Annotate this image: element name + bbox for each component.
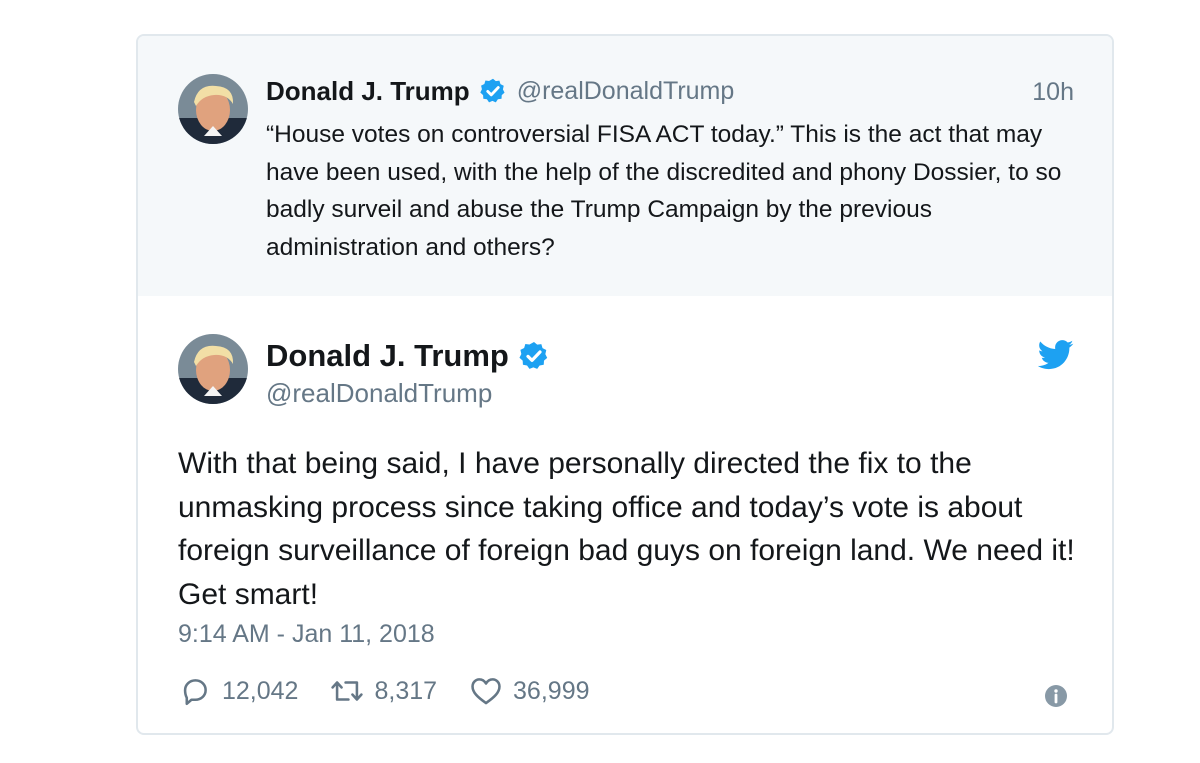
retweet-button[interactable]: 8,317 [330,674,437,708]
retweet-count: 8,317 [374,676,438,705]
verified-badge-icon [519,342,548,369]
quoted-tweet-text: “House votes on controversial FISA ACT t… [266,121,1062,261]
quoted-author-name[interactable]: Donald J. Trump [266,76,470,107]
heart-icon [471,678,501,705]
tweet-embed-card: Donald J. Trump @realDonaldTrump 10h “Ho… [136,34,1114,735]
retweet-icon [331,681,364,701]
quoted-header: Donald J. Trump @realDonaldTrump [266,74,734,108]
info-icon[interactable] [1044,684,1068,708]
tweet-actions: 12,042 8,317 36,999 [178,674,622,708]
author-name[interactable]: Donald J. Trump [266,338,509,374]
reply-icon [183,679,207,706]
verified-badge-icon [479,78,505,103]
quoted-timestamp[interactable]: 10h [1032,78,1074,107]
author-name-row: Donald J. Trump [266,338,550,374]
like-count: 36,999 [513,676,590,705]
quoted-handle[interactable]: @realDonaldTrump [517,77,735,106]
reply-count: 12,042 [222,676,299,705]
quoted-tweet[interactable]: Donald J. Trump @realDonaldTrump 10h “Ho… [138,36,1112,296]
like-button[interactable]: 36,999 [469,674,590,708]
tweet-timestamp[interactable]: 9:14 AM - Jan 11, 2018 [178,620,435,649]
author-handle[interactable]: @realDonaldTrump [266,378,492,409]
author-avatar[interactable] [178,334,248,404]
twitter-bird-icon[interactable] [1038,340,1074,370]
tweet-text: With that being said, I have personally … [178,447,1075,611]
reply-button[interactable]: 12,042 [178,674,298,708]
quoted-avatar[interactable] [178,74,248,144]
